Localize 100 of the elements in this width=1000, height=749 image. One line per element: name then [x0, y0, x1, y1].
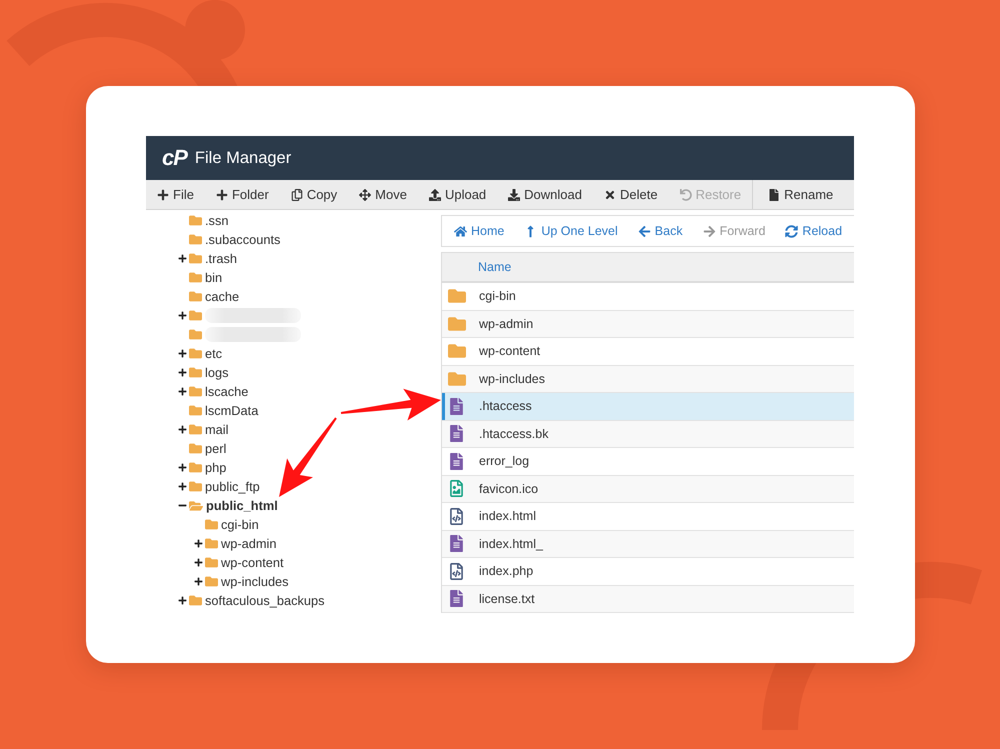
file-name: wp-includes: [479, 372, 546, 386]
toolbar-button[interactable]: Copy: [280, 180, 348, 209]
folder-icon: [189, 366, 202, 379]
nav-link[interactable]: Back: [638, 224, 683, 238]
folder-link[interactable]: softaculous_backups: [205, 593, 325, 608]
folder-icon: [189, 498, 203, 512]
home-icon: [454, 224, 467, 238]
file-row[interactable]: .htaccess.bk: [442, 420, 854, 448]
image-file-icon: [448, 480, 465, 498]
toolbar-button[interactable]: Upload: [418, 180, 498, 209]
move-arrows-icon: [359, 188, 372, 200]
folder-icon: [189, 480, 202, 493]
file-row[interactable]: license.txt: [442, 586, 854, 613]
folder-link[interactable]: etc: [205, 346, 222, 361]
folder-link[interactable]: wp-includes: [221, 574, 289, 589]
document-icon: [448, 398, 465, 415]
file-name: license.txt: [479, 592, 535, 606]
expand-icon[interactable]: [194, 539, 203, 548]
expand-icon[interactable]: [178, 596, 187, 605]
folder-link[interactable]: perl: [205, 441, 226, 456]
folder-icon: [189, 290, 202, 303]
copy-icon: [290, 188, 303, 200]
plus-icon: [216, 188, 228, 200]
folder-link[interactable]: wp-admin: [221, 536, 276, 551]
file-name: .htaccess: [479, 399, 532, 414]
file-row[interactable]: wp-admin: [442, 310, 854, 338]
expand-icon[interactable]: [178, 387, 187, 396]
folder-icon: [448, 370, 466, 388]
document-icon: [448, 535, 465, 552]
folder-icon: [189, 442, 202, 455]
folder-link[interactable]: .subaccounts: [205, 232, 280, 247]
expand-icon[interactable]: [178, 425, 187, 434]
folder-link[interactable]: php: [205, 460, 226, 475]
file-row[interactable]: .htaccess: [442, 393, 854, 420]
window-title: File Manager: [194, 148, 292, 168]
folder-icon: [189, 271, 202, 284]
toolbar-button[interactable]: Download: [497, 180, 593, 209]
expand-icon[interactable]: [178, 254, 187, 263]
nav-link[interactable]: Reload: [785, 224, 842, 238]
file-name: wp-content: [479, 344, 540, 358]
file-row[interactable]: wp-includes: [442, 366, 854, 393]
plus-icon: [157, 188, 169, 200]
expand-icon[interactable]: [194, 558, 203, 567]
folder-link[interactable]: lscmData: [205, 403, 258, 418]
reload-icon: [785, 224, 798, 238]
logo: cP: [162, 147, 187, 169]
folder-link[interactable]: public_html: [206, 498, 278, 513]
file-row[interactable]: favicon.ico: [442, 476, 854, 503]
toolbar-button[interactable]: Folder: [204, 180, 280, 209]
folder-link[interactable]: .ssn: [205, 213, 228, 228]
expand-icon[interactable]: [178, 311, 187, 320]
folder-icon: [189, 461, 202, 474]
folder-icon: [189, 385, 202, 398]
folder-icon: [448, 314, 466, 333]
folder-icon: [189, 252, 202, 265]
folder-icon: [189, 233, 202, 246]
file-row[interactable]: index.html_: [442, 530, 854, 558]
expand-icon[interactable]: [178, 368, 187, 377]
folder-icon: [189, 347, 202, 360]
folder-icon: [189, 309, 202, 322]
nav-link[interactable]: Up One Level: [524, 224, 618, 238]
expand-icon[interactable]: [178, 482, 187, 491]
document-icon: [448, 452, 465, 470]
folder-link[interactable]: cgi-bin: [221, 517, 259, 532]
file-name: error_log: [479, 454, 530, 468]
folder-link[interactable]: cache: [205, 289, 240, 304]
folder-link[interactable]: mail: [205, 422, 228, 437]
x-icon: [604, 188, 616, 200]
file-name: .htaccess.bk: [479, 426, 548, 441]
folder-link[interactable]: bin: [205, 270, 222, 285]
arrow-left-icon: [638, 224, 651, 238]
expand-icon[interactable]: [194, 577, 203, 586]
folder-link[interactable]: wp-content: [221, 555, 284, 570]
file-name: wp-admin: [479, 316, 534, 331]
document-icon: [448, 425, 465, 442]
folder-icon: [189, 214, 202, 227]
document-icon: [448, 590, 465, 608]
toolbar-button[interactable]: Delete: [593, 180, 669, 209]
expand-icon[interactable]: [178, 349, 187, 358]
folder-link[interactable]: public_ftp: [205, 479, 260, 494]
file-name: index.php: [479, 564, 534, 578]
folder-icon: [448, 342, 466, 360]
folder-link[interactable]: lscache: [205, 384, 248, 399]
arrow-right-icon: [702, 224, 716, 238]
toolbar-button[interactable]: File: [146, 180, 205, 209]
folder-link[interactable]: .trash: [205, 251, 238, 266]
column-header[interactable]: Name: [478, 260, 512, 274]
folder-icon: [448, 287, 466, 306]
folder-icon: [189, 423, 202, 436]
folder-icon: [189, 404, 202, 417]
download-icon: [508, 188, 520, 200]
folder-icon: [189, 328, 202, 341]
folder-link[interactable]: logs: [205, 365, 228, 380]
toolbar-button[interactable]: Rename: [757, 180, 844, 209]
nav-link[interactable]: Home: [454, 224, 504, 238]
toolbar-button[interactable]: Move: [348, 180, 418, 209]
code-file-icon: [448, 562, 465, 580]
expand-icon[interactable]: [178, 463, 187, 472]
upload-icon: [428, 188, 441, 200]
folder-icon: [205, 575, 218, 588]
